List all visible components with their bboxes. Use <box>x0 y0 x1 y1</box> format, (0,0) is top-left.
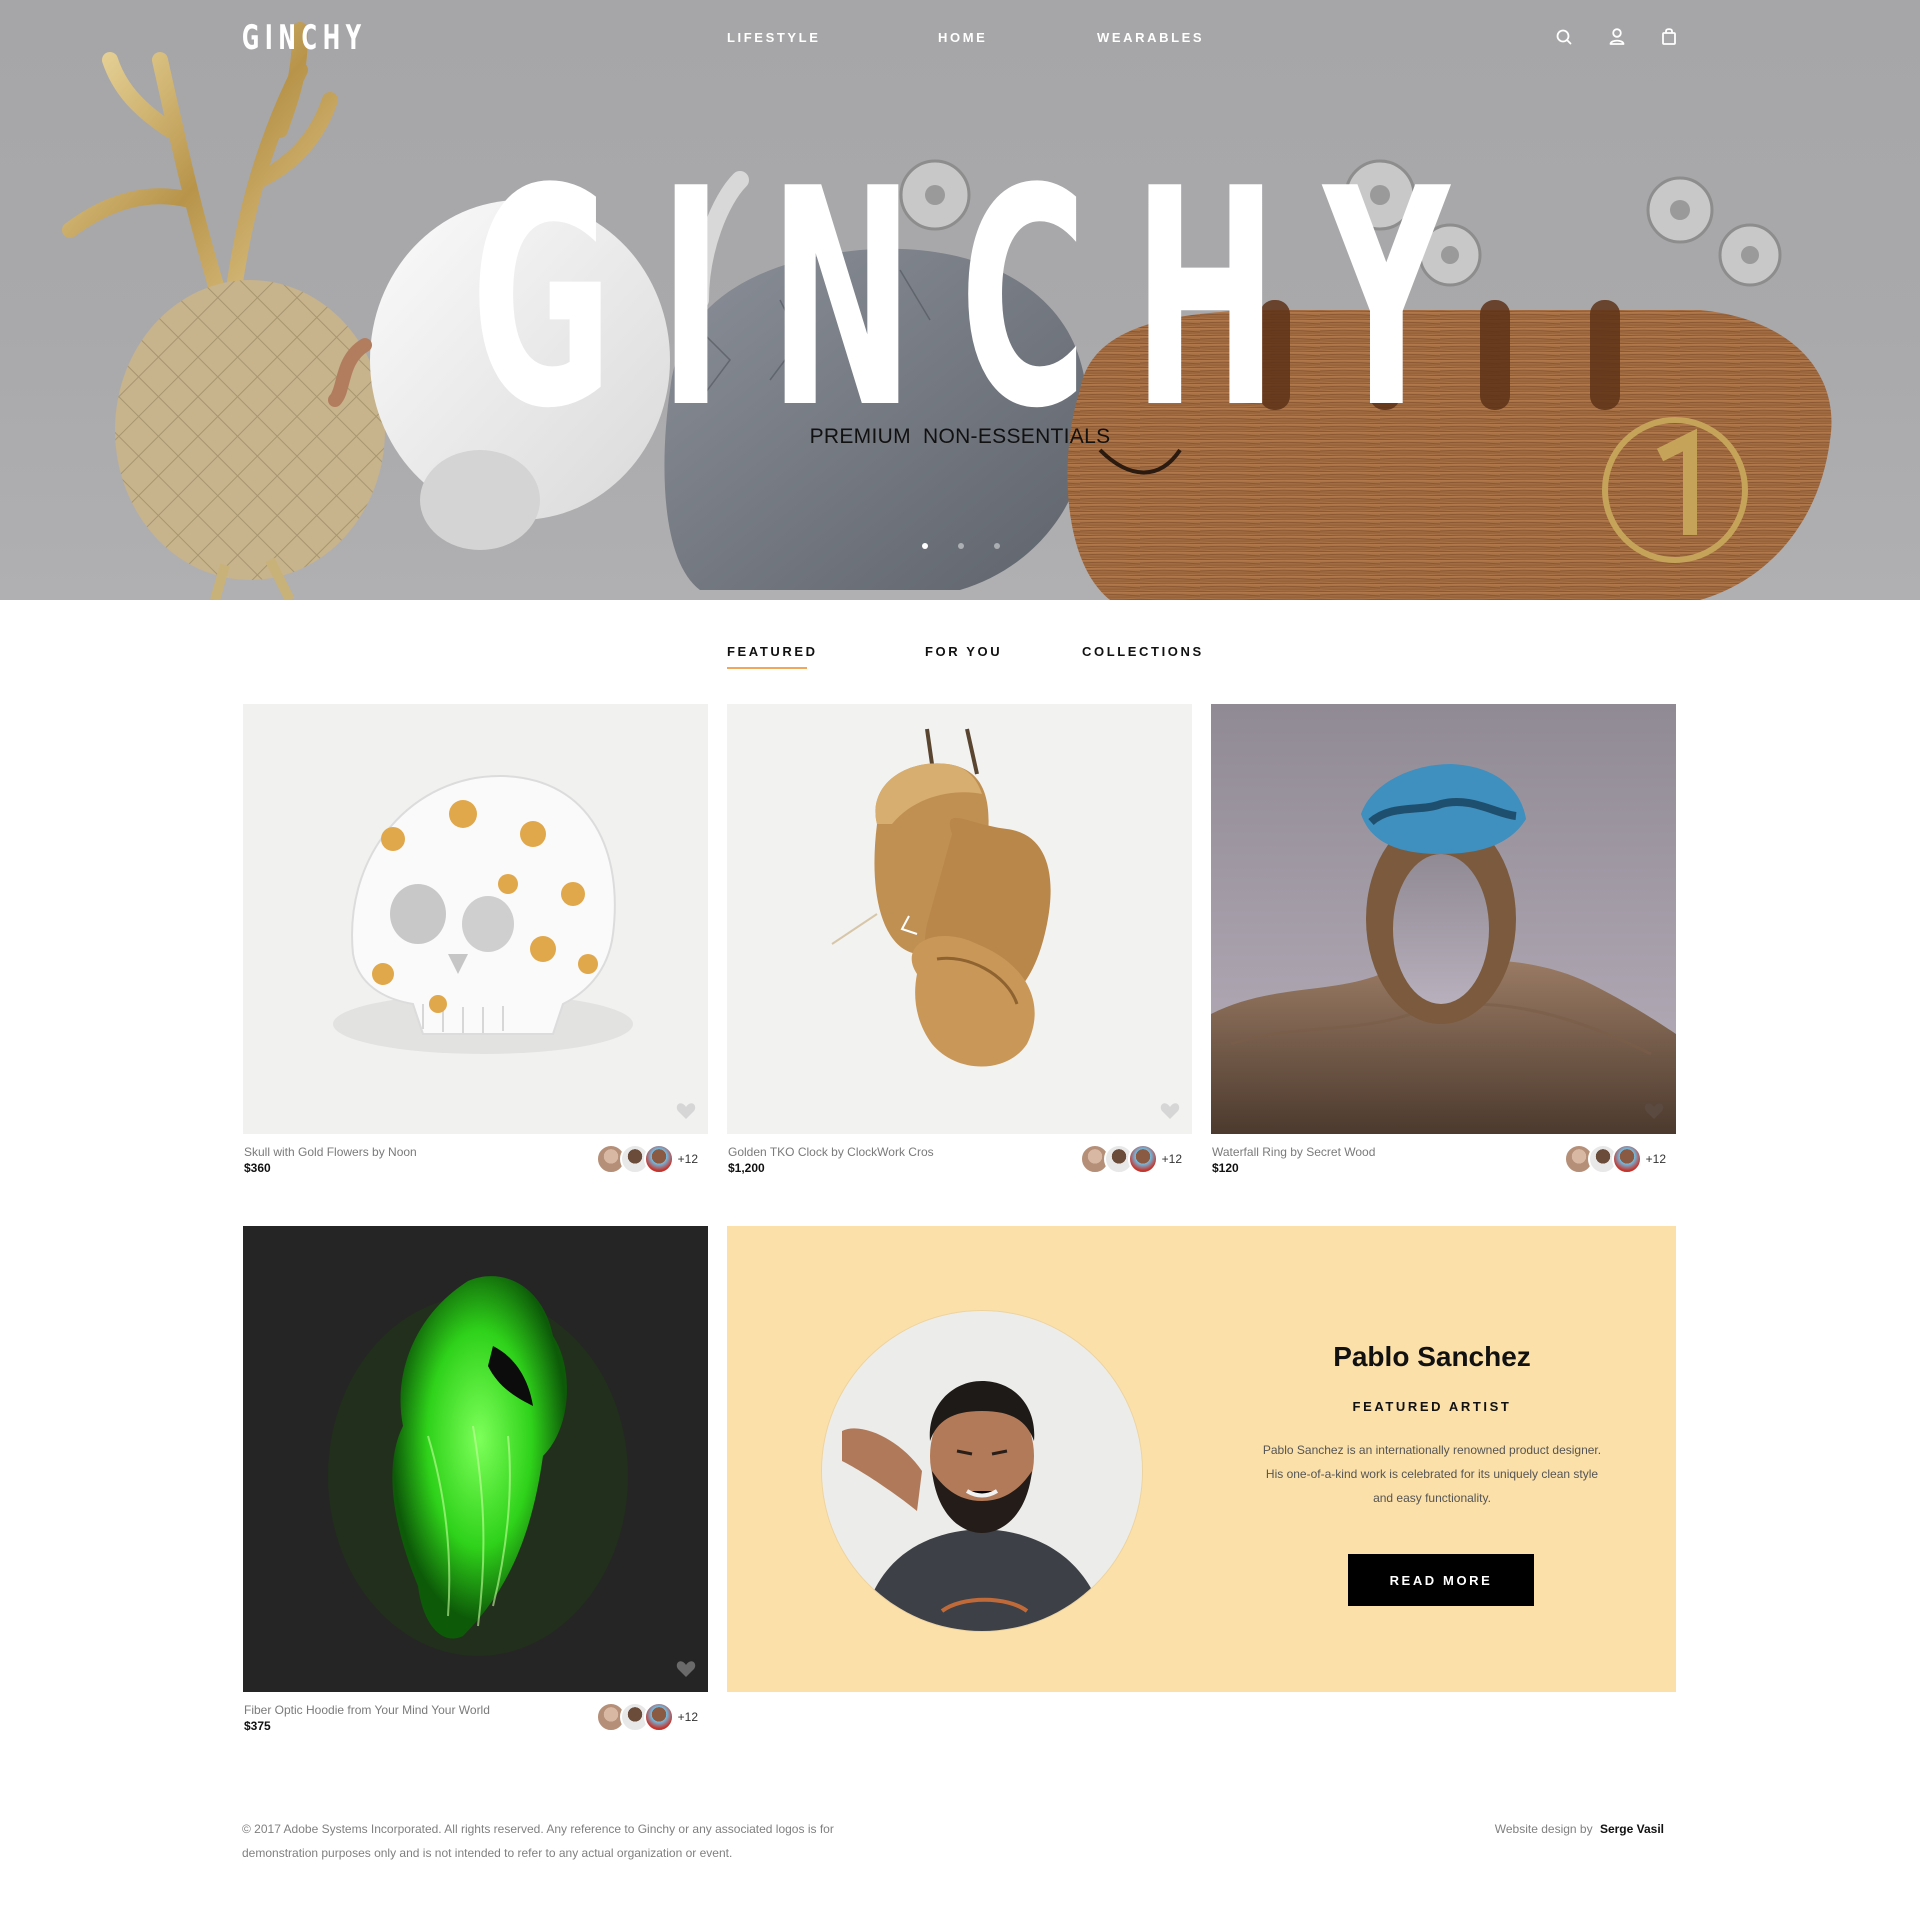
avatar <box>643 1144 674 1174</box>
liked-by-avatars[interactable]: +12 <box>1563 1144 1666 1174</box>
product-title[interactable]: Waterfall Ring by Secret Wood <box>1212 1145 1375 1159</box>
nav-link-wearables[interactable]: WEARABLES <box>1097 30 1204 45</box>
featured-artist-panel: Pablo Sanchez FEATURED ARTIST Pablo Sanc… <box>727 1226 1676 1692</box>
product-image[interactable] <box>243 704 708 1134</box>
product-meta: Skull with Gold Flowers by Noon $360 +12 <box>243 1134 708 1184</box>
liked-by-avatars[interactable]: +12 <box>595 1144 698 1174</box>
avatar <box>1611 1144 1642 1174</box>
heart-icon[interactable] <box>676 1660 696 1678</box>
heart-icon[interactable] <box>1644 1102 1664 1120</box>
site-logo[interactable]: GINCHY <box>242 18 367 58</box>
product-price: $120 <box>1212 1161 1239 1175</box>
liked-by-avatars[interactable]: +12 <box>595 1702 698 1732</box>
product-image[interactable] <box>1211 704 1676 1134</box>
product-card[interactable]: Waterfall Ring by Secret Wood $120 +12 <box>1211 704 1676 1184</box>
avatar <box>1127 1144 1158 1174</box>
user-icon[interactable] <box>1607 26 1627 48</box>
product-price: $360 <box>244 1161 271 1175</box>
hero-subtitle: PREMIUM NON-ESSENTIALS <box>809 425 1111 448</box>
carousel-dot-1[interactable] <box>922 543 928 549</box>
copyright-text: © 2017 Adobe Systems Incorporated. All r… <box>242 1822 834 1860</box>
heart-icon[interactable] <box>1160 1102 1180 1120</box>
avatar <box>643 1702 674 1732</box>
likes-count: +12 <box>1161 1152 1182 1166</box>
likes-count: +12 <box>1645 1152 1666 1166</box>
shopping-bag-icon[interactable] <box>1659 26 1679 48</box>
carousel-dot-2[interactable] <box>958 543 964 549</box>
product-card[interactable]: Skull with Gold Flowers by Noon $360 +12 <box>243 704 708 1184</box>
carousel-dot-3[interactable] <box>994 543 1000 549</box>
active-tab-indicator <box>727 667 807 669</box>
product-title[interactable]: Golden TKO Clock by ClockWork Cros <box>728 1145 934 1159</box>
product-title[interactable]: Skull with Gold Flowers by Noon <box>244 1145 417 1159</box>
artist-photo <box>822 1311 1142 1631</box>
nav-link-home[interactable]: HOME <box>938 30 987 45</box>
product-title[interactable]: Fiber Optic Hoodie from Your Mind Your W… <box>244 1703 490 1717</box>
hero-banner: GINCHY LIFESTYLE HOME WEARABLES GINCHY P… <box>0 0 1920 600</box>
artist-bio: Pablo Sanchez is an internationally reno… <box>1262 1443 1602 1505</box>
product-meta: Waterfall Ring by Secret Wood $120 +12 <box>1211 1134 1676 1184</box>
design-credit: Website design by Serge Vasil <box>1495 1822 1664 1836</box>
tab-for-you[interactable]: FOR YOU <box>925 644 1002 659</box>
nav-link-lifestyle[interactable]: LIFESTYLE <box>727 30 820 45</box>
carousel-dots <box>922 543 1000 549</box>
product-card[interactable]: Fiber Optic Hoodie from Your Mind Your W… <box>243 1226 708 1742</box>
read-more-button[interactable]: READ MORE <box>1348 1554 1534 1606</box>
search-icon[interactable] <box>1554 26 1574 48</box>
product-price: $375 <box>244 1719 271 1733</box>
likes-count: +12 <box>677 1152 698 1166</box>
artist-role: FEATURED ARTIST <box>1352 1399 1512 1414</box>
tab-collections[interactable]: COLLECTIONS <box>1082 644 1204 659</box>
product-image[interactable] <box>727 704 1192 1134</box>
credit-name[interactable]: Serge Vasil <box>1600 1822 1664 1836</box>
top-navigation: GINCHY LIFESTYLE HOME WEARABLES <box>0 0 1920 80</box>
heart-icon[interactable] <box>676 1102 696 1120</box>
likes-count: +12 <box>677 1710 698 1724</box>
hero-title: GINCHY <box>470 125 1495 474</box>
liked-by-avatars[interactable]: +12 <box>1079 1144 1182 1174</box>
product-card[interactable]: Golden TKO Clock by ClockWork Cros $1,20… <box>727 704 1192 1184</box>
tab-featured[interactable]: FEATURED <box>727 644 818 659</box>
product-meta: Golden TKO Clock by ClockWork Cros $1,20… <box>727 1134 1192 1184</box>
product-meta: Fiber Optic Hoodie from Your Mind Your W… <box>243 1692 708 1742</box>
credit-prefix: Website design by <box>1494 1822 1593 1836</box>
product-image[interactable] <box>243 1226 708 1692</box>
artist-name: Pablo Sanchez <box>1333 1341 1531 1372</box>
product-price: $1,200 <box>728 1161 765 1175</box>
